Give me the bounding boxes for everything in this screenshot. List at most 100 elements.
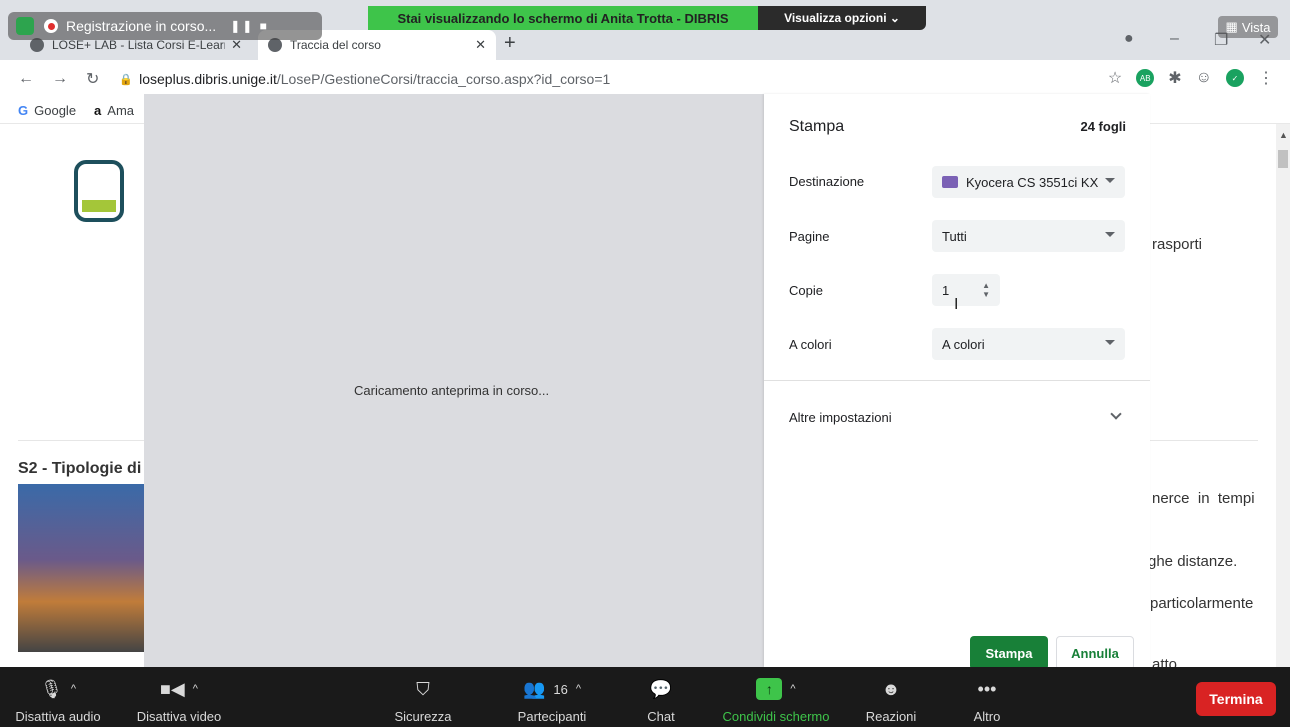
bookmark-google[interactable]: G Google xyxy=(18,103,76,118)
chat-button[interactable]: 💬 Chat xyxy=(636,667,686,727)
back-icon[interactable]: ← xyxy=(18,70,34,88)
view-button[interactable]: ▦ Vista xyxy=(1218,16,1278,38)
chevron-down-icon xyxy=(1105,340,1115,345)
sheet-count: 24 fogli xyxy=(1080,119,1126,134)
participants-label: Partecipanti xyxy=(517,709,587,724)
caret-up-icon[interactable]: ^ xyxy=(71,683,76,695)
reactions-label: Reazioni xyxy=(865,709,917,724)
shield-icon: ⛉ xyxy=(416,678,430,699)
star-icon[interactable]: ☆ xyxy=(1108,68,1122,88)
recording-indicator: Registrazione in corso... ❚❚ ■ xyxy=(8,12,322,40)
record-icon xyxy=(44,19,58,33)
close-tab-icon[interactable]: ✕ xyxy=(475,37,486,53)
print-settings-panel: Stampa 24 fogli Destinazione Kyocera CS … xyxy=(764,94,1150,670)
new-tab-button[interactable]: + xyxy=(504,30,516,56)
more-label: Altro xyxy=(973,709,1001,724)
caret-up-icon[interactable]: ^ xyxy=(193,683,198,695)
section-title: S2 - Tipologie di t xyxy=(18,460,152,477)
share-arrow-icon: ↑ xyxy=(756,678,783,700)
recording-controls[interactable]: ❚❚ ■ xyxy=(230,19,269,33)
end-meeting-button[interactable]: Termina xyxy=(1196,682,1276,716)
profile-icon[interactable]: ● xyxy=(1124,30,1134,48)
color-select[interactable]: A colori xyxy=(932,328,1125,360)
browser-toolbar: ← → ↻ 🔒 loseplus.dibris.unige.it/LoseP/G… xyxy=(0,60,1290,98)
page-text-fragment: atto xyxy=(1152,656,1178,667)
print-button[interactable]: Stampa xyxy=(970,636,1048,670)
forward-icon[interactable]: → xyxy=(52,70,68,88)
mute-audio-button[interactable]: 🎙 ^ Disattiva audio xyxy=(2,667,114,727)
bus-icon xyxy=(74,160,124,222)
kebab-menu-icon[interactable]: ⋮ xyxy=(1258,68,1274,88)
url-host: loseplus.dibris.unige.it xyxy=(139,71,277,87)
address-bar[interactable]: loseplus.dibris.unige.it/LoseP/GestioneC… xyxy=(139,71,610,87)
globe-icon xyxy=(30,38,44,52)
stepper-arrows-icon[interactable]: ▲ ▼ xyxy=(982,281,990,299)
bookmark-label: Google xyxy=(34,103,77,118)
recording-status: Registrazione in corso... xyxy=(66,18,217,34)
chevron-down-icon xyxy=(1105,232,1115,237)
security-label: Sicurezza xyxy=(394,709,452,724)
chat-label: Chat xyxy=(647,709,675,724)
shield-icon xyxy=(16,17,34,35)
color-value: A colori xyxy=(942,336,985,352)
panel-divider xyxy=(764,380,1150,381)
extensions-area: ☆ AB ✱ ☺ ✓ ⋮ xyxy=(1108,68,1274,88)
view-label: Vista xyxy=(1241,19,1271,35)
participants-button[interactable]: 👥 16 ^ Partecipanti xyxy=(492,667,612,727)
pages-value: Tutti xyxy=(942,228,967,244)
puzzle-icon[interactable]: ✱ xyxy=(1168,68,1181,88)
more-button[interactable]: ••• Altro xyxy=(952,667,1022,727)
amazon-icon: a xyxy=(94,103,102,118)
chevron-down-icon[interactable] xyxy=(1110,408,1122,420)
page-scrollbar[interactable] xyxy=(1276,124,1290,667)
video-camera-icon: ■◀ xyxy=(160,678,185,699)
stop-video-label: Disattiva video xyxy=(136,709,222,724)
tab-title: LOSE+ LAB - Lista Corsi E-Learni xyxy=(52,38,226,52)
scroll-up-icon[interactable]: ▲ xyxy=(1279,130,1288,140)
print-preview-area xyxy=(144,94,764,667)
tab-title: Traccia del corso xyxy=(290,38,381,52)
port-image xyxy=(18,484,146,652)
globe-icon xyxy=(268,38,282,52)
google-icon: G xyxy=(18,103,29,118)
adblock-icon[interactable]: AB xyxy=(1136,69,1155,87)
destination-value: Kyocera CS 3551ci KX xyxy=(966,174,1099,190)
participants-count: 16 xyxy=(553,681,568,697)
pages-select[interactable]: Tutti xyxy=(932,220,1125,252)
copies-stepper[interactable]: 1 ▲ ▼ xyxy=(932,274,1000,306)
share-screen-button[interactable]: ↑ ^ Condividi schermo xyxy=(710,667,842,727)
reload-icon[interactable]: ↻ xyxy=(86,69,99,89)
caret-up-icon[interactable]: ^ xyxy=(576,683,581,695)
preview-loading-message: Caricamento anteprima in corso... xyxy=(354,383,550,398)
chat-bubble-icon: 💬 xyxy=(649,678,673,699)
page-text-fragment: rasporti xyxy=(1152,236,1203,253)
destination-label: Destinazione xyxy=(789,174,865,189)
stop-video-button[interactable]: ■◀ ^ Disattiva video xyxy=(124,667,234,727)
mute-audio-label: Disattiva audio xyxy=(15,709,101,724)
pages-label: Pagine xyxy=(789,229,830,244)
cancel-button[interactable]: Annulla xyxy=(1056,636,1134,670)
copies-label: Copie xyxy=(789,283,823,298)
url-path: /LoseP/GestioneCorsi/traccia_corso.aspx?… xyxy=(276,71,611,87)
people-icon: 👥 xyxy=(522,678,546,699)
view-options-button[interactable]: Visualizza opzioni ⌄ xyxy=(758,6,926,30)
scroll-thumb[interactable] xyxy=(1278,150,1288,168)
shield-check-icon[interactable]: ✓ xyxy=(1226,69,1244,87)
page-text-fragment: ghe distanze. xyxy=(1148,553,1238,570)
printer-icon xyxy=(942,176,958,188)
page-text-fragment: nerce in tempi xyxy=(1152,490,1255,507)
minimize-icon[interactable]: – xyxy=(1170,30,1179,48)
chevron-down-icon xyxy=(1105,178,1115,183)
account-icon[interactable]: ☺ xyxy=(1196,69,1212,87)
reactions-button[interactable]: ☻ Reazioni xyxy=(856,667,926,727)
more-settings-toggle[interactable]: Altre impostazioni xyxy=(789,410,892,425)
color-label: A colori xyxy=(789,337,832,352)
bookmark-label: Ama xyxy=(107,103,135,118)
destination-select[interactable]: Kyocera CS 3551ci KX xyxy=(932,166,1125,198)
security-button[interactable]: ⛉ Sicurezza xyxy=(378,667,468,727)
lock-icon[interactable]: 🔒 xyxy=(119,73,133,86)
caret-up-icon[interactable]: ^ xyxy=(790,683,795,695)
bookmark-amazon[interactable]: a Ama xyxy=(94,103,134,118)
zoom-meeting-toolbar: 🎙 ^ Disattiva audio ■◀ ^ Disattiva video ⛉… xyxy=(0,667,1290,727)
print-title: Stampa xyxy=(789,118,845,135)
